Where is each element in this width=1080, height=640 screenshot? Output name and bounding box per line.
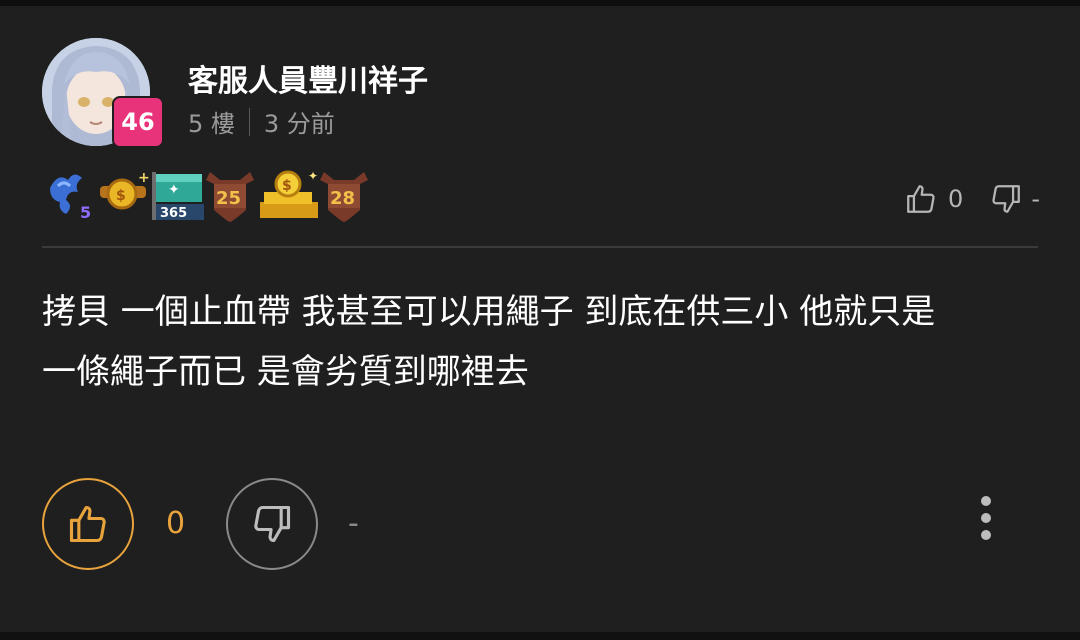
thumbs-up-icon (69, 505, 106, 543)
post-content: 拷貝 一個止血帶 我甚至可以用繩子 到底在供三小 他就只是 一條繩子而已 是會劣… (42, 282, 1042, 402)
svg-text:$: $ (116, 188, 126, 204)
content-divider (42, 246, 1038, 248)
svg-text:365: 365 (160, 206, 187, 221)
post-content-line: 一條繩子而已 是會劣質到哪裡去 (42, 352, 529, 392)
more-options-button[interactable] (970, 496, 1002, 540)
post-content-line: 拷貝 一個止血帶 我甚至可以用繩子 到底在供三小 他就只是 (42, 292, 936, 332)
dislike-label: - (348, 506, 359, 541)
thumbs-down-icon[interactable] (989, 182, 1023, 216)
header-dislike-label: - (1031, 185, 1040, 213)
coin-plus-badge-icon[interactable]: $ + (100, 170, 150, 210)
top-strip (0, 0, 1080, 6)
more-vertical-icon-dot (981, 513, 991, 523)
post-meta: 5 樓 3 分前 (188, 104, 335, 139)
like-button[interactable] (42, 478, 134, 570)
dragon-badge-icon[interactable]: 5 (50, 174, 91, 222)
flag-365-badge-icon[interactable]: ✦ 365 (152, 172, 204, 221)
shield-25-badge-icon[interactable]: 25 (206, 172, 254, 222)
svg-text:✦: ✦ (168, 182, 180, 198)
like-count: 0 (166, 506, 186, 541)
author-name[interactable]: 客服人員豐川祥子 (188, 56, 428, 100)
more-vertical-icon-dot (981, 496, 991, 506)
level-badge: 46 (112, 96, 164, 148)
svg-text:25: 25 (216, 188, 241, 209)
svg-text:$: $ (282, 178, 292, 194)
svg-text:+: + (138, 170, 150, 186)
svg-text:5: 5 (80, 203, 91, 222)
svg-text:28: 28 (330, 188, 355, 209)
post-time: 3 分前 (263, 110, 335, 138)
svg-text:✦: ✦ (308, 169, 318, 183)
shield-28-badge-icon[interactable]: 28 (320, 172, 368, 222)
thumbs-down-icon (254, 505, 291, 543)
more-vertical-icon-dot (981, 530, 991, 540)
bottom-strip (0, 632, 1080, 640)
badge-row: 5 $ + ✦ 365 25 $ ✦ 28 (44, 166, 376, 224)
floor-number: 5 樓 (188, 110, 235, 138)
gold-coins-badge-icon[interactable]: $ ✦ (260, 169, 318, 218)
meta-divider (248, 107, 250, 136)
header-like-count: 0 (948, 185, 964, 213)
dislike-button[interactable] (226, 478, 318, 570)
header-votes: 0 - (904, 182, 1040, 216)
thumbs-up-icon[interactable] (904, 182, 938, 216)
